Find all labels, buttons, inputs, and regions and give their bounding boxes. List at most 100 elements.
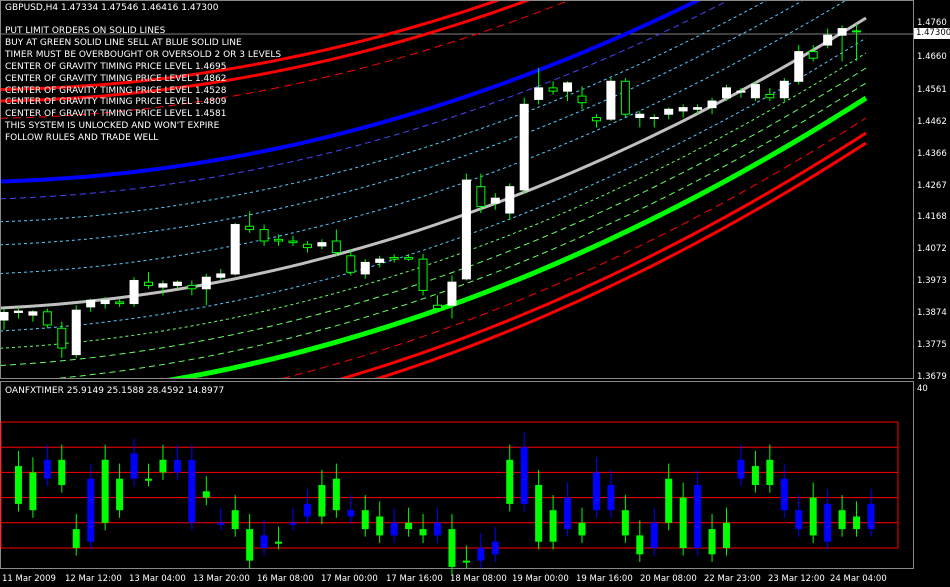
candle-body [158, 283, 168, 288]
osc-bar [491, 541, 499, 555]
osc-bar [809, 497, 817, 536]
osc-bar [101, 459, 109, 523]
osc-bar [188, 459, 196, 523]
lower-dashed-band [282, 117, 867, 378]
candle-body [649, 117, 659, 120]
candle-body [736, 90, 746, 93]
osc-bar [679, 497, 687, 548]
candle-body [620, 80, 630, 115]
candle-body [447, 281, 457, 306]
candle-body [693, 107, 703, 110]
candle-body [707, 100, 717, 109]
osc-bar [376, 516, 384, 536]
candle-body [71, 309, 81, 356]
price-axis-label: 1.3679 [917, 372, 947, 382]
osc-axis-label: 40 [917, 384, 928, 394]
osc-bar [43, 459, 51, 479]
candle-body [57, 327, 67, 349]
osc-bar [87, 478, 95, 542]
candle-body [0, 311, 9, 321]
note-line: CENTER OF GRAVITY TIMING PRICE LEVEL 1.4… [5, 85, 227, 96]
note-line: CENTER OF GRAVITY TIMING PRICE LEVEL 1.4… [5, 97, 227, 108]
osc-bar [318, 485, 326, 517]
osc-bar [275, 541, 283, 544]
osc-bar [462, 560, 470, 563]
time-axis-label: 11 Mar 2009 [2, 574, 56, 584]
osc-bar [795, 510, 803, 530]
osc-bar [130, 453, 138, 479]
note-line: TIMER MUST BE OVERBOUGHT OR OVERSOLD 2 O… [5, 49, 282, 60]
price-axis-label: 1.4072 [917, 244, 947, 254]
candle-body [317, 242, 327, 247]
candle-body [808, 51, 818, 59]
candle-body [664, 108, 674, 115]
osc-bar [636, 535, 644, 555]
osc-bar [564, 497, 572, 530]
osc-bar [390, 522, 398, 536]
oscillator-title: OANFXTIMER 25.9149 25.1588 28.4592 14.89… [5, 386, 225, 396]
candle-body [418, 258, 428, 291]
chart-window[interactable]: GBPUSD,H4 1.47334 1.47546 1.46416 1.4730… [0, 0, 950, 587]
osc-bar [347, 510, 355, 517]
candle-body [563, 82, 573, 92]
price-axis-label: 1.3775 [917, 340, 947, 350]
candle-body [852, 30, 862, 33]
candle-body [678, 107, 688, 112]
time-axis-label: 23 Mar 12:00 [768, 574, 825, 584]
osc-bar [303, 503, 311, 517]
osc-bar [29, 472, 37, 511]
osc-bar [448, 529, 456, 567]
price-axis-label: 1.3874 [917, 308, 947, 318]
candle-body [823, 34, 833, 46]
note-line: PUT LIMIT ORDERS ON SOLID LINES [5, 26, 166, 36]
candle-body [837, 28, 847, 36]
osc-bar [14, 466, 22, 504]
price-axis-label: 1.4660 [917, 52, 947, 62]
price-axis-label: 1.4760 [917, 18, 947, 28]
osc-bar [723, 522, 730, 548]
candle-body [591, 117, 601, 122]
osc-bar [477, 548, 485, 561]
osc-bar [260, 535, 268, 548]
osc-bar [607, 485, 615, 511]
note-line: CENTER OF GRAVITY TIMING PRICE LEVEL 1.4… [5, 61, 227, 72]
osc-bar [549, 510, 557, 542]
candle-body [259, 228, 269, 242]
osc-bar [867, 503, 875, 530]
time-axis-label: 24 Mar 04:00 [830, 574, 887, 584]
time-axis-label: 17 Mar 16:00 [386, 574, 443, 584]
osc-bar [708, 529, 716, 555]
time-axis-label: 19 Mar 00:00 [512, 574, 569, 584]
time-axis-label: 13 Mar 04:00 [129, 574, 186, 584]
candle-body [519, 103, 529, 191]
osc-bar [592, 472, 600, 511]
time-axis-label: 22 Mar 23:00 [704, 574, 761, 584]
candle-body [100, 299, 110, 305]
candle-body [86, 299, 96, 308]
candle-body [144, 281, 153, 286]
osc-bar [665, 478, 673, 523]
osc-bar [202, 491, 210, 498]
osc-bar [217, 522, 225, 525]
note-line: BUY AT GREEN SOLID LINE SELL AT BLUE SOL… [5, 37, 242, 48]
price-axis-label: 1.3973 [917, 276, 947, 286]
candle-body [288, 240, 298, 244]
candle-body [129, 280, 139, 305]
osc-bar [853, 516, 861, 530]
candle-body [794, 51, 804, 82]
candle-body [461, 179, 471, 280]
price-axis-label: 1.4462 [917, 117, 947, 127]
osc-bar [737, 459, 745, 479]
osc-bar [173, 459, 181, 473]
osc-bar [231, 510, 239, 530]
osc-bar [838, 510, 846, 530]
candle-body [635, 113, 645, 119]
osc-bar [520, 447, 528, 504]
candle-body [750, 84, 760, 99]
candle-body [404, 256, 414, 260]
osc-bar [780, 478, 788, 511]
candle-body [187, 284, 197, 290]
note-line: CENTER OF GRAVITY TIMING PRICE LEVEL 1.4… [5, 109, 227, 120]
time-axis-label: 19 Mar 16:00 [576, 574, 633, 584]
candle-body [245, 225, 255, 230]
